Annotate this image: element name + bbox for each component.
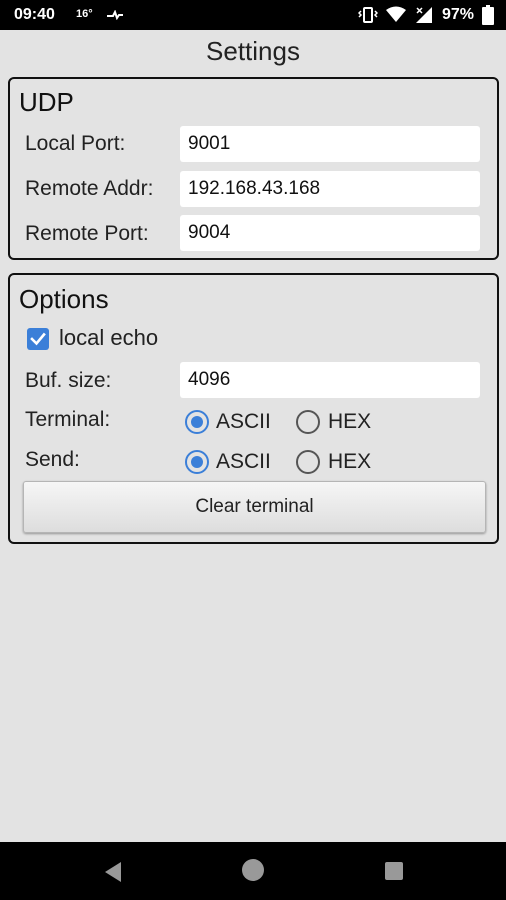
- recents-icon[interactable]: [385, 862, 403, 880]
- local-port-label: Local Port:: [25, 132, 126, 155]
- options-group: Options local echo Buf. size: Terminal: …: [8, 273, 499, 544]
- status-icons: 97%: [357, 5, 494, 25]
- terminal-ascii-radio[interactable]: [185, 410, 209, 434]
- checkmark-icon: [30, 332, 46, 346]
- navigation-bar: [0, 842, 506, 900]
- send-hex-radio[interactable]: [296, 450, 320, 474]
- remote-port-input[interactable]: [180, 215, 480, 251]
- terminal-ascii-label[interactable]: ASCII: [216, 410, 271, 434]
- terminal-hex-label[interactable]: HEX: [328, 410, 371, 434]
- local-echo-checkbox[interactable]: [27, 328, 49, 350]
- wifi-icon: [385, 6, 406, 22]
- send-label: Send:: [25, 448, 80, 471]
- data-activity-icon: [107, 10, 123, 20]
- terminal-hex-radio[interactable]: [296, 410, 320, 434]
- clear-terminal-button[interactable]: Clear terminal: [23, 481, 486, 533]
- status-temperature: 16°: [76, 8, 93, 20]
- cell-signal-icon: [415, 7, 432, 23]
- buf-size-label: Buf. size:: [25, 369, 112, 392]
- back-icon[interactable]: [103, 861, 123, 883]
- send-hex-label[interactable]: HEX: [328, 450, 371, 474]
- battery-icon: [482, 5, 494, 25]
- remote-port-label: Remote Port:: [25, 222, 149, 245]
- options-group-title: Options: [19, 284, 109, 314]
- vibrate-icon: [357, 7, 378, 23]
- local-echo-label[interactable]: local echo: [59, 325, 158, 351]
- battery-percent: 97%: [441, 6, 474, 23]
- page-title: Settings: [206, 36, 300, 66]
- udp-group: UDP Local Port: Remote Addr: Remote Port…: [8, 77, 499, 260]
- home-icon[interactable]: [242, 859, 264, 881]
- terminal-label: Terminal:: [25, 408, 111, 431]
- status-bar: 09:40 16° 97%: [0, 0, 506, 30]
- udp-group-title: UDP: [19, 87, 74, 117]
- send-ascii-radio[interactable]: [185, 450, 209, 474]
- local-port-input[interactable]: [180, 126, 480, 162]
- status-time: 09:40: [14, 6, 55, 23]
- buf-size-input[interactable]: [180, 362, 480, 398]
- remote-addr-label: Remote Addr:: [25, 177, 154, 200]
- send-ascii-label[interactable]: ASCII: [216, 450, 271, 474]
- remote-addr-input[interactable]: [180, 171, 480, 207]
